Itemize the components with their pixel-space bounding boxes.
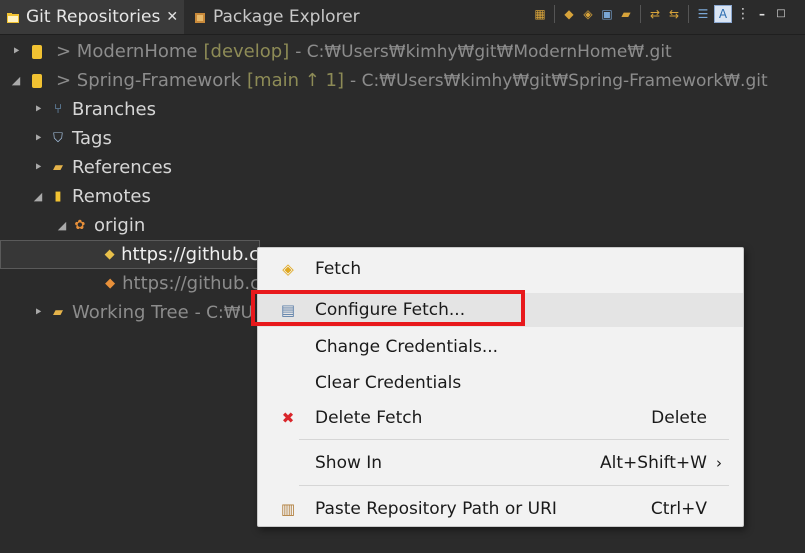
- delete-icon: ✖: [281, 409, 295, 427]
- maximize-icon[interactable]: □: [773, 6, 789, 22]
- collapse-all-icon[interactable]: ▦: [532, 6, 548, 22]
- working-tree-path: - C:₩U: [194, 302, 254, 323]
- toolbar-separator: [688, 5, 689, 23]
- close-icon[interactable]: ✕: [166, 9, 178, 25]
- pull-icon[interactable]: ⇄: [647, 6, 663, 22]
- collapse-arrow-icon[interactable]: ◢: [56, 219, 68, 232]
- menu-shortcut: Alt+Shift+W: [600, 453, 707, 473]
- fetch-spec-icon: ◆: [104, 246, 115, 262]
- view-toolbar: ▦ ◆ ◈ ▣ ▰ ⇄ ⇆ ☰ A ⋮ – □: [532, 0, 805, 28]
- minimize-icon[interactable]: –: [754, 6, 770, 22]
- repo-name: > Spring-Framework: [56, 70, 242, 91]
- tree-row-origin[interactable]: ◢ ✿ origin: [0, 211, 805, 240]
- tree-label: References: [72, 157, 173, 178]
- menu-item-show-in[interactable]: Show In Alt+Shift+W ›: [258, 446, 743, 480]
- tree-row-fetch-url[interactable]: ◆ https://github.c: [0, 240, 260, 269]
- repository-icon: [32, 44, 42, 59]
- expand-arrow-icon[interactable]: ⯈: [32, 161, 44, 175]
- repo-branch: [main ↑ 1]: [247, 70, 345, 91]
- collapse-arrow-icon[interactable]: ◢: [32, 190, 44, 203]
- menu-shortcut: Delete: [651, 408, 707, 428]
- tree-row-spring-framework[interactable]: ◢ > Spring-Framework [main ↑ 1] - C:₩Use…: [0, 66, 805, 95]
- tree-label: Working Tree: [72, 302, 189, 323]
- tree-label: https://github.c: [122, 273, 260, 294]
- remote-origin-icon: ✿: [74, 217, 86, 233]
- link-with-editor-icon[interactable]: ◆: [561, 6, 577, 22]
- toolbar-separator: [554, 5, 555, 23]
- menu-label: Delete Fetch: [315, 408, 423, 428]
- repo-path: - C:₩Users₩kimhy₩git₩ModernHome₩.git: [295, 41, 672, 62]
- collapse-arrow-icon[interactable]: ◢: [10, 74, 22, 87]
- menu-label: Clear Credentials: [315, 373, 462, 393]
- tree-label: Remotes: [72, 186, 151, 207]
- repo-path: - C:₩Users₩kimhy₩git₩Spring-Framework₩.g…: [350, 70, 768, 91]
- menu-label: Paste Repository Path or URI: [315, 499, 557, 519]
- expand-arrow-icon[interactable]: ⯈: [32, 103, 44, 117]
- push-icon[interactable]: ⇆: [666, 6, 682, 22]
- paste-icon: ▥: [280, 500, 296, 518]
- menu-shortcut: Ctrl+V: [650, 499, 707, 519]
- tree-label: Branches: [72, 99, 156, 120]
- package-explorer-icon: [193, 10, 207, 24]
- tab-git-repositories[interactable]: Git Repositories ✕: [0, 0, 184, 34]
- menu-item-paste-path[interactable]: ▥ Paste Repository Path or URI Ctrl+V: [258, 492, 743, 526]
- repo-name: > ModernHome: [56, 41, 198, 62]
- tree-row-remotes[interactable]: ◢ ▮ Remotes: [0, 182, 805, 211]
- tree-row-working-tree[interactable]: ⯈ ▰ Working Tree - C:₩U: [0, 298, 260, 327]
- repository-icon: [32, 73, 42, 88]
- menu-separator: [299, 485, 729, 486]
- clone-repository-icon[interactable]: ▣: [599, 6, 615, 22]
- expand-arrow-icon[interactable]: ⯈: [32, 132, 44, 146]
- folder-icon: ▰: [53, 159, 63, 175]
- tree-row-branches[interactable]: ⯈ ⑂ Branches: [0, 95, 805, 124]
- tags-icon: ⛉: [53, 130, 63, 146]
- tree-row-push-url[interactable]: ◆ https://github.c: [0, 269, 260, 298]
- tab-label: Git Repositories: [26, 7, 161, 27]
- tree-label: https://github.c: [121, 244, 259, 265]
- menu-label: Fetch: [315, 259, 362, 279]
- context-menu: ◈ Fetch ▤ Configure Fetch... Change Cred…: [257, 247, 744, 527]
- tree-row-tags[interactable]: ⯈ ⛉ Tags: [0, 124, 805, 153]
- folder-icon: ▰: [53, 304, 63, 320]
- toolbar-separator: [640, 5, 641, 23]
- tree-row-modernhome[interactable]: ⯈ > ModernHome [develop] - C:₩Users₩kimh…: [0, 37, 805, 66]
- view-menu-icon[interactable]: ⋮: [735, 6, 751, 22]
- expand-arrow-icon[interactable]: ⯈: [10, 45, 22, 59]
- filter-icon[interactable]: A: [714, 5, 732, 23]
- menu-label: Change Credentials...: [315, 337, 499, 357]
- highlight-annotation: [251, 290, 525, 326]
- expand-arrow-icon[interactable]: ⯈: [32, 306, 44, 320]
- git-repositories-icon: [6, 10, 20, 24]
- hierarchical-view-icon[interactable]: ☰: [695, 6, 711, 22]
- tree-label: origin: [94, 215, 146, 236]
- menu-item-clear-credentials[interactable]: Clear Credentials: [258, 366, 743, 400]
- tree-row-references[interactable]: ⯈ ▰ References: [0, 153, 805, 182]
- menu-item-fetch[interactable]: ◈ Fetch: [258, 252, 743, 286]
- tab-label: Package Explorer: [213, 7, 360, 27]
- menu-item-change-credentials[interactable]: Change Credentials...: [258, 330, 743, 364]
- tree-label: Tags: [72, 128, 112, 149]
- add-repository-icon[interactable]: ◈: [580, 6, 596, 22]
- remotes-icon: ▮: [54, 188, 62, 204]
- push-spec-icon: ◆: [105, 275, 116, 291]
- submenu-arrow-icon: ›: [716, 454, 722, 472]
- repo-branch: [develop]: [203, 41, 290, 62]
- tab-package-explorer[interactable]: Package Explorer: [187, 0, 367, 34]
- menu-label: Show In: [315, 453, 383, 473]
- view-tab-bar: Git Repositories ✕ Package Explorer ▦ ◆ …: [0, 0, 805, 35]
- branches-icon: ⑂: [54, 101, 62, 117]
- create-repository-icon[interactable]: ▰: [618, 6, 634, 22]
- menu-separator: [299, 439, 729, 440]
- menu-item-delete-fetch[interactable]: ✖ Delete Fetch Delete: [258, 401, 743, 435]
- fetch-icon: ◈: [282, 260, 294, 278]
